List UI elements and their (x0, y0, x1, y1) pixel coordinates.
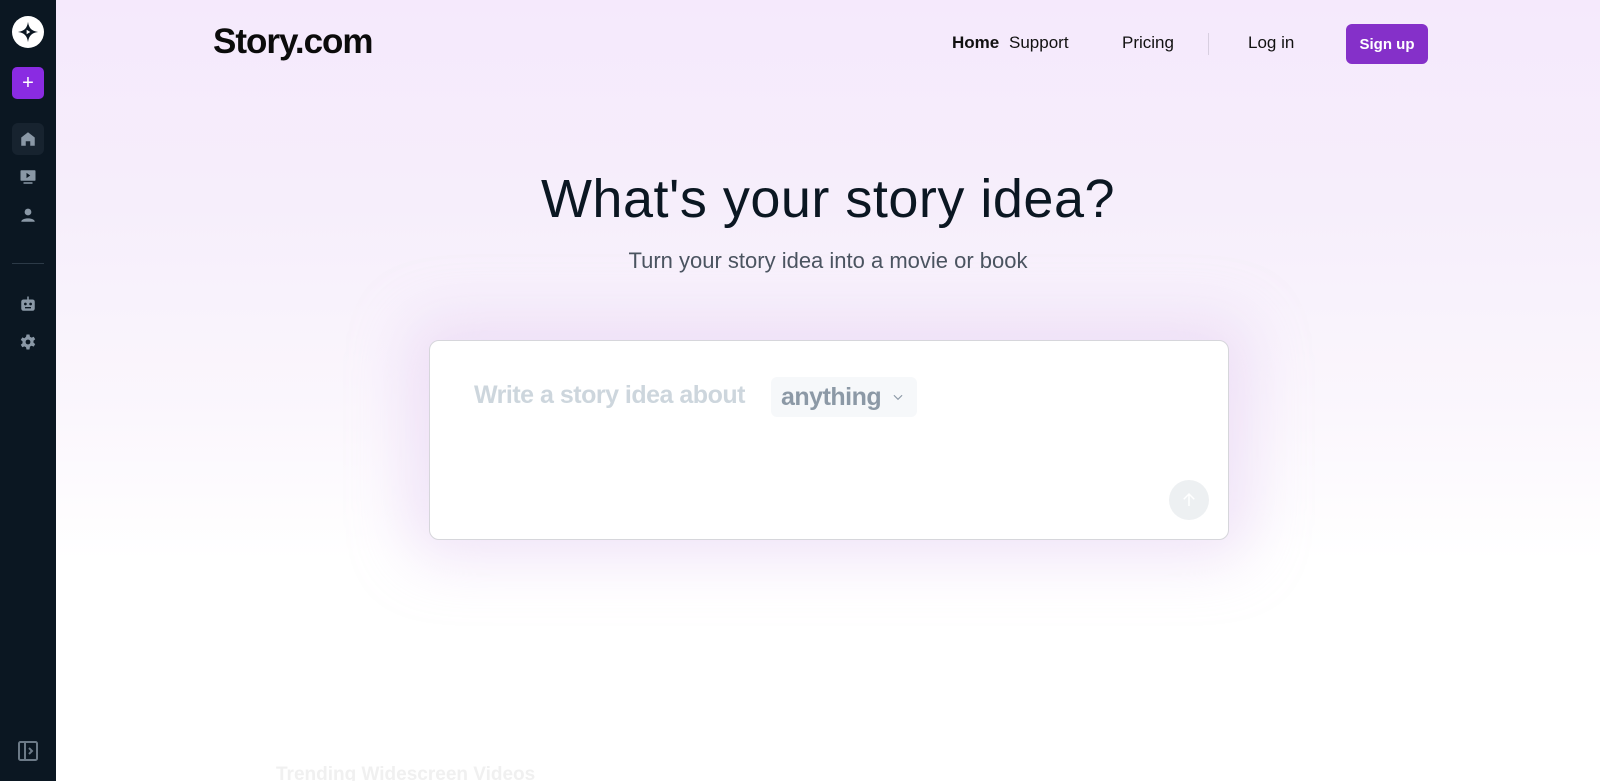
signup-button[interactable]: Sign up (1346, 24, 1428, 64)
new-story-button[interactable]: + (12, 67, 44, 99)
plus-icon: + (22, 72, 34, 94)
chevron-down-icon (893, 394, 903, 401)
story-prompt-card: Write a story idea about anything (429, 340, 1229, 540)
star-logo-icon[interactable] (12, 16, 44, 48)
sidebar-item-home[interactable] (12, 123, 44, 155)
sidebar: + (0, 0, 56, 781)
story-idea-input[interactable]: Write a story idea about (474, 381, 745, 410)
nav-support-link[interactable]: Support (1009, 33, 1069, 53)
sidebar-divider (12, 263, 44, 264)
brand-logo[interactable]: Story.com (213, 22, 374, 62)
nav-home-link[interactable]: Home (952, 33, 999, 53)
arrow-up-icon (1183, 492, 1195, 506)
sidebar-expand-icon (18, 741, 38, 761)
top-navigation: Story.com Home Support Pricing Log in Si… (56, 0, 1600, 86)
sidebar-item-bots[interactable] (12, 288, 44, 320)
home-icon (21, 132, 35, 146)
nav-divider (1208, 33, 1209, 55)
trending-section-heading: Trending Widescreen Videos (276, 764, 536, 781)
login-link[interactable]: Log in (1248, 33, 1294, 53)
sidebar-item-videos[interactable] (12, 161, 44, 193)
sidebar-item-settings[interactable] (12, 326, 44, 358)
hero-title: What's your story idea? (540, 169, 1116, 229)
user-icon (21, 208, 35, 222)
main-content: Story.com Home Support Pricing Log in Si… (56, 0, 1600, 781)
hero-subtitle: Turn your story idea into a movie or boo… (628, 248, 1028, 273)
topic-selected-value: anything (781, 382, 882, 411)
nav-pricing-link[interactable]: Pricing (1122, 33, 1174, 53)
sidebar-expand-button[interactable] (16, 739, 40, 763)
sidebar-item-profile[interactable] (12, 199, 44, 231)
video-icon (20, 170, 36, 184)
robot-icon (21, 296, 35, 311)
topic-dropdown[interactable]: anything (771, 377, 918, 417)
submit-button[interactable] (1169, 480, 1209, 520)
gear-icon (20, 334, 36, 350)
